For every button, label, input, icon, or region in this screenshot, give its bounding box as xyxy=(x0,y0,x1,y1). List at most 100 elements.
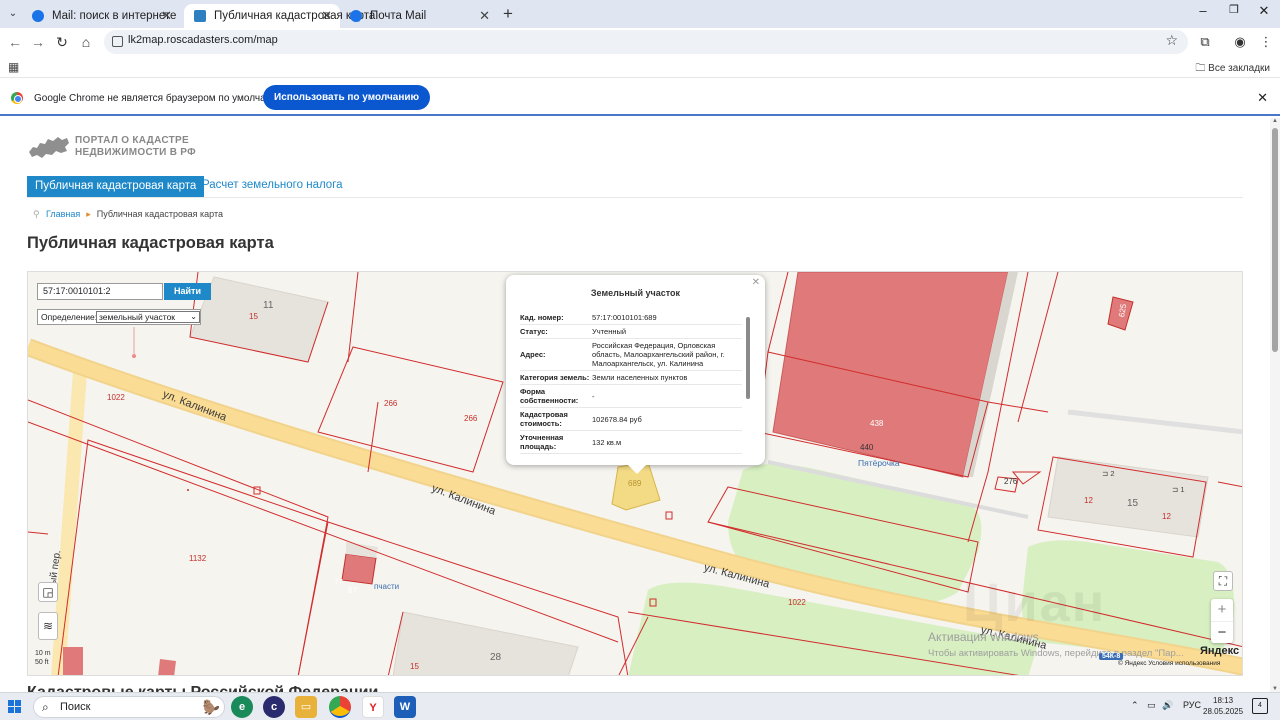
poi-zapchasti[interactable]: пчасти xyxy=(374,582,399,591)
close-tab-icon[interactable]: ✕ xyxy=(479,6,490,26)
tab-mail-search[interactable]: Mail: поиск в интернете ✕ xyxy=(22,4,180,28)
find-button[interactable]: Найти xyxy=(164,283,211,300)
building-number: 15 xyxy=(1127,498,1139,509)
edge-app-icon[interactable]: e xyxy=(231,696,253,718)
profile-icon[interactable]: ◉ xyxy=(1231,33,1249,51)
address-bar[interactable]: lk2map.roscadasters.com/map ☆ xyxy=(104,30,1188,54)
definition-select[interactable]: земельный участок ⌄ xyxy=(96,311,200,323)
taskbar-search[interactable]: ⌕ Поиск 🦫 xyxy=(33,696,225,718)
new-tab-button[interactable]: + xyxy=(503,4,513,24)
close-popup-icon[interactable]: ✕ xyxy=(752,277,760,288)
chrome-app-icon[interactable] xyxy=(329,696,351,718)
row-value: 57:17:0010101:689 xyxy=(592,311,742,325)
home-button[interactable]: ⌂ xyxy=(77,33,95,51)
parcel-label: 12 xyxy=(1084,496,1093,505)
yandex-browser-icon[interactable]: Y xyxy=(362,696,384,718)
building-number: 28 xyxy=(490,652,502,663)
parcel-label: 15 xyxy=(410,662,419,671)
popup-scrollbar[interactable] xyxy=(746,311,751,451)
fullscreen-icon[interactable]: ⛶ xyxy=(1213,571,1233,591)
building-red xyxy=(158,659,176,675)
network-icon[interactable]: ▭ xyxy=(1147,700,1156,711)
chevron-down-icon: ⌄ xyxy=(190,312,197,321)
tab-search-button[interactable]: ⌄ xyxy=(4,5,22,23)
clock-date: 28.05.2025 xyxy=(1203,707,1244,716)
cadastral-search-input[interactable]: 57:17:0010101:2 xyxy=(37,283,163,300)
word-app-icon[interactable]: W xyxy=(394,696,416,718)
site-logo[interactable]: ПОРТАЛ О КАДАСТРЕ НЕДВИЖИМОСТИ В РФ xyxy=(28,132,228,164)
windows-start-icon[interactable] xyxy=(8,700,22,714)
all-bookmarks-button[interactable]: 🗀 Все закладки xyxy=(1195,61,1270,78)
parcel-label: 1022 xyxy=(788,598,806,607)
row-key: Адрес: xyxy=(520,338,592,371)
apps-grid-icon[interactable]: ▦ xyxy=(8,60,19,74)
breadcrumb-separator-icon: ▸ xyxy=(86,209,91,219)
map-dot xyxy=(187,489,189,491)
activation-subtitle: Чтобы активировать Windows, перейдите в … xyxy=(928,648,1184,659)
taskbar-search-label: Поиск xyxy=(60,701,91,713)
nav-cadastral-map[interactable]: Публичная кадастровая карта xyxy=(27,176,205,197)
url-text: lk2map.roscadasters.com/map xyxy=(128,34,278,46)
nav-land-tax[interactable]: Расчет земельного налога xyxy=(202,179,343,191)
close-infobar-icon[interactable]: ✕ xyxy=(1257,90,1268,106)
scroll-up-icon[interactable]: ▲ xyxy=(1272,118,1278,124)
file-explorer-icon[interactable]: ▭ xyxy=(295,696,317,718)
breadcrumb-current: Публичная кадастровая карта xyxy=(96,209,223,219)
bookmarks-bar: ▦ 🗀 Все закладки xyxy=(0,56,1280,78)
reload-button[interactable]: ↻ xyxy=(53,33,71,51)
zoom-in-button[interactable]: + xyxy=(1211,599,1233,621)
definition-selected-value: земельный участок xyxy=(99,312,176,322)
row-key: Уточненная площадь: xyxy=(520,430,592,454)
menu-kebab-icon[interactable]: ⋮ xyxy=(1257,33,1275,51)
notification-center-icon[interactable]: 4 xyxy=(1252,698,1268,714)
windows-activation-notice: Активация Windows Чтобы активировать Win… xyxy=(928,630,1184,661)
close-tab-icon[interactable]: ✕ xyxy=(321,6,332,26)
minimize-button[interactable]: – xyxy=(1188,3,1218,18)
cadastral-map[interactable]: ул. Калинина ул. Калинина ул. Калинина у… xyxy=(27,271,1243,676)
close-tab-icon[interactable]: ✕ xyxy=(161,6,172,26)
close-window-button[interactable]: ✕ xyxy=(1249,3,1279,19)
ruler-tool-icon[interactable]: ◲ xyxy=(38,582,58,602)
restore-button[interactable]: ❐ xyxy=(1219,3,1249,16)
tab-mail-inbox[interactable]: Почта Mail ✕ xyxy=(340,4,498,28)
site-info-icon[interactable] xyxy=(112,36,123,47)
forward-button[interactable]: → xyxy=(29,33,47,51)
tab-title: Почта Mail xyxy=(370,10,427,22)
back-button[interactable]: ← xyxy=(6,33,24,51)
set-default-button[interactable]: Использовать по умолчанию xyxy=(263,85,431,110)
map-favicon-icon xyxy=(194,10,206,22)
bookmark-star-icon[interactable]: ☆ xyxy=(1165,32,1178,49)
taskbar-clock[interactable]: 18:13 28.05.2025 xyxy=(1203,695,1243,717)
copilot-app-icon[interactable]: c xyxy=(263,696,285,718)
breadcrumb-home-link[interactable]: Главная xyxy=(46,209,80,219)
poi-pyaterochka[interactable]: Пятёрочка xyxy=(858,458,900,468)
table-row: Форма собственности: - xyxy=(520,384,742,408)
parcel-label: 12 xyxy=(1162,512,1171,521)
search-icon: ⌕ xyxy=(42,700,49,714)
yandex-logo[interactable]: Яндекс xyxy=(1200,645,1239,657)
parcel-label: 1022 xyxy=(107,393,125,402)
popup-title: Земельный участок xyxy=(590,288,681,298)
entrance-number: 2 xyxy=(1110,469,1115,478)
zoom-out-button[interactable]: − xyxy=(1211,621,1233,643)
volume-icon[interactable]: 🔊 xyxy=(1162,700,1173,711)
scale-imperial: 50 ft xyxy=(35,659,49,666)
extensions-icon[interactable]: ⧉ xyxy=(1196,33,1214,51)
yandex-terms-link[interactable]: © Яндекс Условия использования xyxy=(1118,660,1220,667)
service-road xyxy=(1067,409,1242,435)
layers-icon[interactable]: ≋ xyxy=(38,612,58,640)
all-bookmarks-label: Все закладки xyxy=(1208,63,1270,74)
table-row: Категория земель: Земли населенных пункто… xyxy=(520,370,742,385)
parcel-label: 440 xyxy=(860,443,874,452)
table-row: Уточненная площадь: 132 кв.м xyxy=(520,430,742,454)
mail-favicon-icon xyxy=(32,10,44,22)
tray-overflow-icon[interactable]: ⌃ xyxy=(1131,700,1139,711)
page-scrollbar[interactable]: ▲ ▼ xyxy=(1270,118,1280,692)
tab-cadastral-map[interactable]: Публичная кадастровая карта ✕ xyxy=(184,4,375,28)
row-key: Статус: xyxy=(520,324,592,339)
windows-taskbar: ⌕ Поиск 🦫 e c ▭ Y W ⌃ ▭ 🔊 РУС 18:13 28.0… xyxy=(0,692,1280,720)
russia-map-icon xyxy=(29,137,69,158)
popup-scroll-thumb[interactable] xyxy=(746,317,750,399)
scroll-thumb[interactable] xyxy=(1272,128,1278,352)
language-indicator[interactable]: РУС xyxy=(1183,700,1201,710)
